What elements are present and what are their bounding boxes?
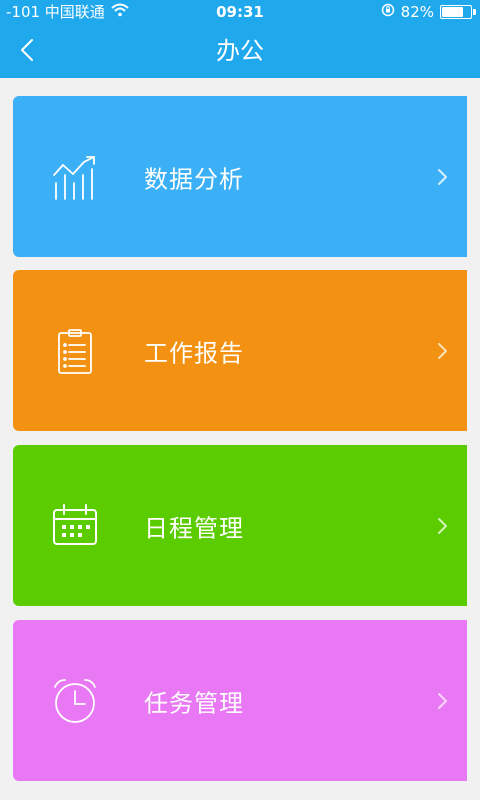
chevron-right-icon	[435, 516, 449, 536]
card-label: 数据分析	[144, 165, 244, 193]
chevron-right-icon	[435, 691, 449, 711]
battery-text: 82%	[400, 3, 434, 21]
chevron-right-icon	[435, 341, 449, 361]
card-label: 日程管理	[144, 514, 244, 542]
rotation-lock-icon	[381, 0, 395, 24]
card-label: 工作报告	[144, 339, 244, 367]
schedule-card[interactable]: 日程管理	[13, 445, 467, 606]
chevron-right-icon	[435, 167, 449, 187]
status-bar: -101 中国联通 09:31 82%	[0, 0, 480, 24]
clipboard-icon	[51, 327, 99, 375]
card-label: 任务管理	[144, 689, 244, 717]
calendar-icon	[51, 502, 99, 550]
chart-trend-icon	[51, 153, 99, 201]
task-card[interactable]: 任务管理	[13, 620, 467, 781]
data-analysis-card[interactable]: 数据分析	[13, 96, 467, 257]
header: -101 中国联通 09:31 82% 办公	[0, 0, 480, 78]
page-title: 办公	[216, 37, 264, 65]
navigation-bar: 办公	[0, 24, 480, 78]
battery-icon	[440, 5, 476, 19]
work-report-card[interactable]: 工作报告	[13, 270, 467, 431]
alarm-clock-icon	[51, 677, 99, 725]
